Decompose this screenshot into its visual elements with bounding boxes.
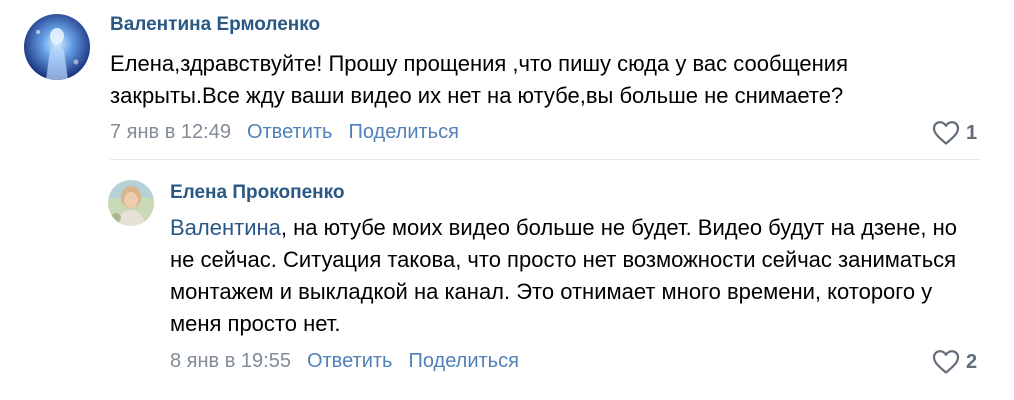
share-button[interactable]: Поделиться (348, 121, 458, 144)
comment-date[interactable]: 8 янв в 19:55 (170, 350, 291, 373)
avatar[interactable] (24, 14, 90, 80)
comment-text: Елена,здравствуйте! Прошу прощения ,что … (110, 51, 849, 108)
reply-comment: Елена Прокопенко Валентина, на ютубе мои… (0, 160, 1014, 400)
comment-meta: 8 янв в 19:55 Ответить Поделиться (170, 350, 535, 373)
like-count: 2 (966, 350, 978, 373)
reply-to-link[interactable]: Валентина (170, 215, 281, 240)
heart-outline-icon (932, 350, 960, 374)
like-button[interactable]: 2 (932, 349, 977, 375)
reply-button[interactable]: Ответить (247, 121, 333, 144)
heart-outline-icon (932, 121, 960, 145)
comment-author[interactable]: Валентина Ермоленко (110, 14, 320, 36)
comment-body: , на ютубе моих видео больше не будет. В… (170, 215, 957, 336)
reply-button[interactable]: Ответить (307, 350, 393, 373)
avatar[interactable] (108, 180, 154, 226)
comment-author[interactable]: Елена Прокопенко (170, 182, 345, 204)
comment-meta: 7 янв в 12:49 Ответить Поделиться (110, 121, 475, 144)
share-button[interactable]: Поделиться (408, 350, 518, 373)
like-button[interactable]: 1 (932, 120, 977, 146)
comment-date[interactable]: 7 янв в 12:49 (110, 121, 231, 144)
comment: Валентина Ермоленко Елена,здравствуйте! … (0, 0, 1014, 160)
like-count: 1 (966, 121, 978, 144)
comment-text: Валентина, на ютубе моих видео больше не… (170, 212, 960, 340)
